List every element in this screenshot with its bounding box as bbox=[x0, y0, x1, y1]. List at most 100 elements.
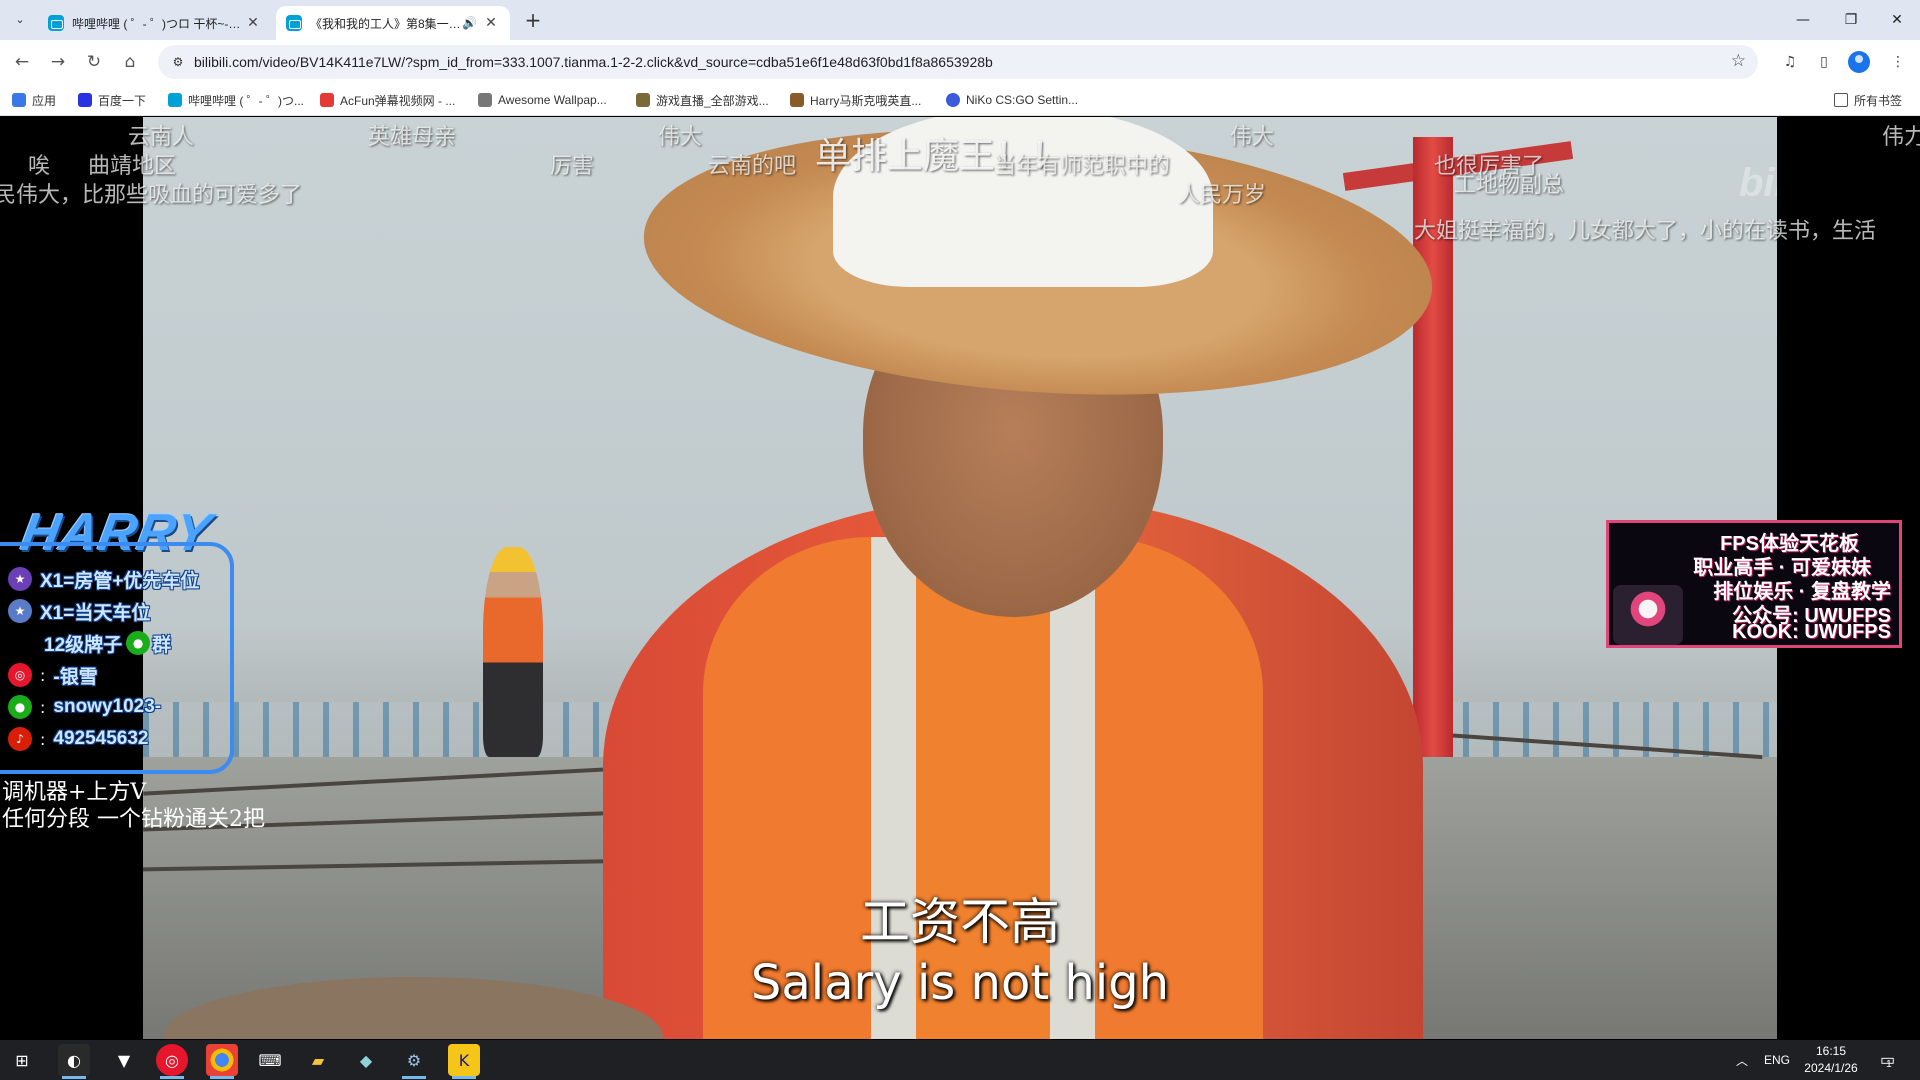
address-bar[interactable]: ⚙ bilibili.com/video/BV14K411e7LW/?spm_i… bbox=[158, 45, 1758, 79]
bookmark-apps[interactable]: 应用 bbox=[12, 84, 56, 116]
bookmark-harry[interactable]: Harry马斯克哦英直... bbox=[790, 84, 921, 116]
folder-icon bbox=[1834, 93, 1848, 107]
back-icon[interactable]: ← bbox=[8, 48, 36, 76]
danmaku-comment: 曲靖地区 bbox=[88, 154, 177, 179]
new-tab-button[interactable]: + bbox=[520, 8, 546, 34]
folder-icon[interactable]: ▰ bbox=[302, 1044, 334, 1076]
profile-avatar[interactable] bbox=[1848, 51, 1870, 73]
steam-icon[interactable]: ⚙ bbox=[398, 1044, 430, 1079]
forward-icon[interactable]: → bbox=[44, 48, 72, 76]
game-app-icon[interactable]: ▼ bbox=[108, 1044, 140, 1076]
overlay-text: X1=当天车位 bbox=[40, 602, 151, 624]
speaker-icon[interactable]: 🔊 bbox=[462, 16, 478, 30]
background-worker bbox=[483, 547, 543, 757]
close-icon[interactable]: ✕ bbox=[482, 15, 500, 31]
overlay-row: ◎ : -银雪 bbox=[8, 661, 98, 689]
bookmark-label: 应用 bbox=[32, 93, 57, 108]
promo-line: KOOK: UWUFPS bbox=[1732, 621, 1891, 643]
chrome-icon[interactable] bbox=[206, 1044, 238, 1079]
close-icon[interactable]: ✕ bbox=[244, 15, 262, 31]
clock[interactable]: 16:15 2024/1/26 bbox=[1786, 1043, 1876, 1077]
menu-icon[interactable]: ⋮ bbox=[1886, 50, 1910, 74]
tab-strip: ⌄ 哔哩哔哩 ( ゜- ゜)つロ 干杯~-bilibili ✕ 《我和我的工人》… bbox=[0, 0, 1920, 40]
bookmark-label: Harry马斯克哦英直... bbox=[810, 93, 922, 108]
bookmarks-bar: 应用 百度一下 哔哩哔哩 ( ゜- ゜)つ... AcFun弹幕视频网 - ..… bbox=[0, 84, 1920, 116]
tab-title: 《我和我的工人》第8集一… bbox=[310, 16, 461, 31]
bookmark-wallpaper[interactable]: Awesome Wallpap... bbox=[478, 84, 607, 116]
danmaku-comment: 大姐挺幸福的，儿女都大了，小的在读书，生活 bbox=[1414, 219, 1877, 244]
bilibili-icon bbox=[48, 15, 64, 31]
overlay-text: 群 bbox=[152, 634, 172, 656]
danmaku-comment: 人民万岁 bbox=[1178, 183, 1267, 208]
weibo-app-icon[interactable]: ◎ bbox=[156, 1044, 188, 1079]
danmaku-comment: 厉害 bbox=[550, 154, 595, 179]
danmaku-comment: 云南人 bbox=[128, 125, 195, 150]
bookmark-label: Awesome Wallpap... bbox=[498, 93, 607, 107]
url-text[interactable]: bilibili.com/video/BV14K411e7LW/?spm_id_… bbox=[194, 45, 993, 79]
bookmark-label: 游戏直播_全部游戏... bbox=[656, 93, 769, 108]
notification-icon[interactable]: ▭ 1 bbox=[1880, 1040, 1895, 1080]
overlay-text: X1=房管+优先车位 bbox=[40, 570, 200, 592]
danmaku-comment: 伟大 bbox=[1230, 125, 1275, 150]
minimize-button[interactable]: — bbox=[1780, 0, 1826, 40]
tab-title: 哔哩哔哩 ( ゜- ゜)つロ 干杯~-bilibili bbox=[72, 16, 244, 31]
overlay-row: ★ X1=当天车位 bbox=[8, 597, 150, 625]
overlay-colon: : bbox=[40, 697, 46, 717]
overlay-colon: : bbox=[40, 665, 46, 685]
danmaku-comment: 唉 bbox=[28, 154, 51, 179]
subtitle-english: Salary is not high bbox=[750, 955, 1170, 1011]
bookmark-bilibili[interactable]: 哔哩哔哩 ( ゜- ゜)つ... bbox=[168, 84, 304, 116]
overlay-text: 492545632 bbox=[53, 728, 149, 749]
reload-icon[interactable]: ↻ bbox=[80, 48, 108, 76]
keyboard-app-icon[interactable]: ⌨ bbox=[254, 1044, 286, 1076]
tablet-app-icon[interactable]: ◆ bbox=[350, 1044, 382, 1076]
bookmark-baidu[interactable]: 百度一下 bbox=[78, 84, 146, 116]
windows-start-icon[interactable]: ⊞ bbox=[6, 1044, 38, 1076]
clock-date: 2024/1/26 bbox=[1804, 1061, 1858, 1075]
bookmark-niko[interactable]: NiKo CS:GO Settin... bbox=[946, 84, 1078, 116]
speedometer-app-icon[interactable]: ◐ bbox=[58, 1044, 90, 1079]
bookmark-label: 所有书签 bbox=[1854, 93, 1903, 108]
taskbar: ⊞ ◐ ▼ ◎ ⌨ ▰ ◆ ⚙ K ︿ ENG 16:15 2024/1/26 … bbox=[0, 1040, 1920, 1080]
home-icon[interactable]: ⌂ bbox=[116, 48, 144, 76]
overlay-text: -银雪 bbox=[53, 666, 98, 688]
bookmark-acfun[interactable]: AcFun弹幕视频网 - ... bbox=[320, 84, 455, 116]
game-live-icon bbox=[636, 93, 650, 107]
bilibili-icon bbox=[286, 15, 302, 31]
overlay-note: 任何分段 一个钻粉通关2把 bbox=[2, 807, 265, 832]
close-window-button[interactable]: ✕ bbox=[1874, 0, 1920, 40]
tab-bilibili-home[interactable]: 哔哩哔哩 ( ゜- ゜)つロ 干杯~-bilibili ✕ bbox=[38, 6, 272, 40]
danmaku-comment: 英雄母亲 bbox=[368, 125, 457, 150]
bookmark-star-icon[interactable]: ☆ bbox=[1731, 51, 1746, 71]
media-control-icon[interactable]: ♫ bbox=[1778, 50, 1802, 74]
apps-grid-icon bbox=[12, 93, 26, 107]
danmaku-comment: 民伟大，比那些吸血的可爱多了 bbox=[0, 183, 303, 208]
bilibili-icon bbox=[168, 93, 182, 107]
side-panel-icon[interactable]: ▯ bbox=[1812, 50, 1836, 74]
site-info-icon[interactable]: ⚙ bbox=[168, 52, 188, 72]
bookmark-label: 哔哩哔哩 ( ゜- ゜)つ... bbox=[188, 93, 304, 108]
bookmark-label: 百度一下 bbox=[98, 93, 147, 108]
bookmark-label: NiKo CS:GO Settin... bbox=[966, 93, 1079, 107]
harry-icon bbox=[790, 93, 804, 107]
tab-search-button[interactable]: ⌄ bbox=[8, 7, 32, 31]
badge-icon: ★ bbox=[8, 599, 32, 623]
danmaku-comment: 伟大 bbox=[658, 125, 703, 150]
danmaku-comment: 当年有师范职中的 bbox=[994, 154, 1171, 179]
bookmark-game-live[interactable]: 游戏直播_全部游戏... bbox=[636, 84, 769, 116]
danmaku-comment: 工地物副总 bbox=[1454, 173, 1565, 198]
restore-button[interactable]: ❐ bbox=[1828, 0, 1874, 40]
danmaku-comment: 云南的吧 bbox=[708, 154, 797, 179]
baidu-icon bbox=[78, 93, 92, 107]
overlay-text: snowy1023- bbox=[53, 696, 162, 717]
wechat-icon: ● bbox=[8, 695, 32, 719]
mascot-image bbox=[1613, 585, 1683, 645]
tray-chevron-icon[interactable]: ︿ bbox=[1736, 1040, 1748, 1080]
overlay-row: 12级牌子 ● 群 bbox=[44, 629, 171, 657]
bookmark-all-folder[interactable]: 所有书签 bbox=[1834, 84, 1902, 116]
video-player[interactable]: bilibili 云南人 英雄母亲 伟大 伟大 伟力 唉 曲靖地区 厉害 云南的… bbox=[0, 117, 1920, 1039]
music-app-icon[interactable]: K bbox=[448, 1044, 480, 1079]
douyin-icon: ♪ bbox=[8, 727, 32, 751]
promo-box: FPS体验天花板 职业高手 · 可爱妹妹 排位娱乐 · 复盘教学 公众号: UW… bbox=[1606, 520, 1902, 648]
tab-video[interactable]: 《我和我的工人》第8集一… 🔊 ✕ bbox=[276, 6, 510, 40]
